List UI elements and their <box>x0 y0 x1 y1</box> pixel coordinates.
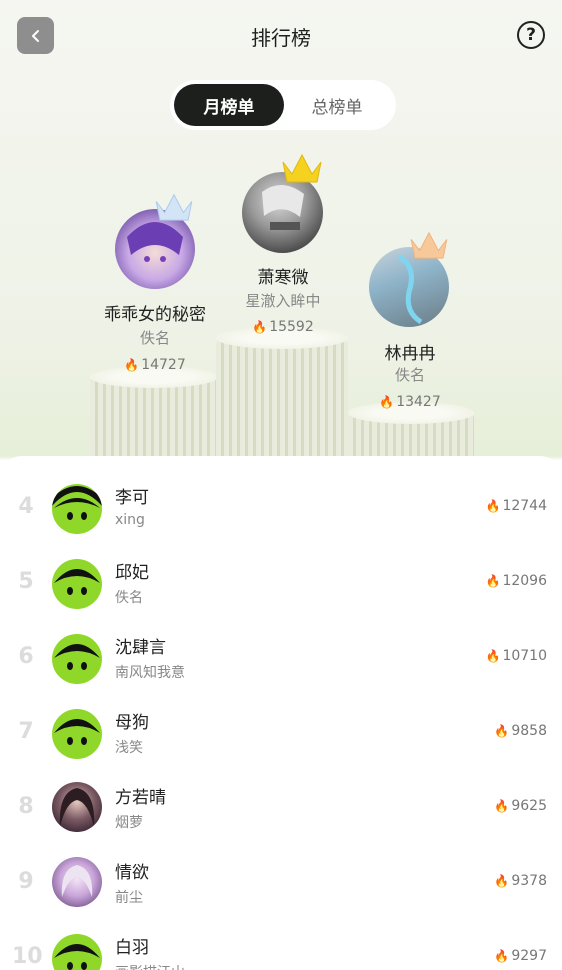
list-item-score-value: 9378 <box>511 873 547 889</box>
rank-3-score-value: 13427 <box>396 394 441 410</box>
question-circle-icon: ? <box>526 25 536 45</box>
crown-icon <box>282 153 322 183</box>
avatar[interactable] <box>52 484 102 534</box>
list-item-sub: 南风知我意 <box>115 665 185 681</box>
list-item-name: 方若晴 <box>115 788 166 808</box>
list-item[interactable]: 10 白羽 画影描江山 🔥9297 <box>0 918 562 970</box>
flame-icon: 🔥 <box>485 499 501 513</box>
avatar[interactable] <box>52 857 102 907</box>
rank-3-name: 林冉冉 <box>384 344 436 364</box>
list-item-name: 情欲 <box>115 863 149 883</box>
tab-monthly[interactable]: 月榜单 <box>174 84 284 126</box>
rank-1-sub: 星澈入眸中 <box>245 292 321 310</box>
list-item-score: 🔥 9625 <box>494 798 547 814</box>
flame-icon: 🔥 <box>379 395 395 409</box>
rank-2-name: 乖乖女的秘密 <box>104 305 206 325</box>
list-item-score: 🔥 12744 <box>486 498 548 514</box>
list-item-name: 白羽 <box>115 938 149 958</box>
header-bar: 排行榜 ? <box>0 0 562 72</box>
rank-2-score: 🔥 14727 <box>90 357 220 373</box>
flame-icon: 🔥 <box>494 949 510 963</box>
flame-icon: 🔥 <box>494 874 510 888</box>
rank-number: 9 <box>18 869 34 894</box>
rank-1-name: 萧寒微 <box>257 268 309 288</box>
ranking-list: 4 李可 xing 🔥 12744 5 邱妃 佚名 🔥 12096 6 沈肆言 南风… <box>0 456 562 970</box>
avatar[interactable] <box>52 934 102 970</box>
rank-2-score-value: 14727 <box>141 357 186 373</box>
list-item-sub: 浅笑 <box>115 740 143 756</box>
list-item-score: 🔥 9297 <box>494 948 547 964</box>
rank-number: 7 <box>18 719 34 744</box>
list-item-sub: 前尘 <box>115 890 143 906</box>
list-item-sub: 烟萝 <box>115 815 143 831</box>
list-item-score-value: 9858 <box>511 723 547 739</box>
list-item-name: 邱妃 <box>115 563 149 583</box>
list-item-name: 李可 <box>115 488 149 508</box>
avatar[interactable] <box>52 559 102 609</box>
list-item[interactable]: 4 李可 xing 🔥 12744 <box>0 468 562 543</box>
list-item[interactable]: 5 邱妃 佚名 🔥 12096 <box>0 543 562 618</box>
avatar[interactable] <box>52 782 102 832</box>
tab-switcher: 月榜单 总榜单 <box>170 80 396 130</box>
list-item-name: 沈肆言 <box>115 638 166 658</box>
rank-3-score: 🔥 13427 <box>350 394 470 410</box>
help-button[interactable]: ? <box>517 21 545 49</box>
flame-icon: 🔥 <box>485 574 501 588</box>
list-item[interactable]: 7 母狗 浅笑 🔥 9858 <box>0 693 562 768</box>
rank-number: 5 <box>18 569 34 594</box>
flame-icon: 🔥 <box>494 799 510 813</box>
crown-icon <box>410 231 448 259</box>
page-title: 排行榜 <box>251 26 311 50</box>
flame-icon: 🔥 <box>485 649 501 663</box>
list-item[interactable]: 6 沈肆言 南风知我意 🔥 10710 <box>0 618 562 693</box>
list-item-sub: xing <box>115 512 145 528</box>
flame-icon: 🔥 <box>494 724 510 738</box>
list-item[interactable]: 8 方若晴 烟萝 🔥 9625 <box>0 768 562 843</box>
list-item-score-value: 12744 <box>502 498 547 514</box>
rank-number: 8 <box>18 794 34 819</box>
list-item[interactable]: 9 情欲 前尘 🔥 9378 <box>0 843 562 918</box>
rank-number: 10 <box>12 944 43 969</box>
flame-icon: 🔥 <box>252 320 268 334</box>
list-item-score: 🔥 9858 <box>494 723 547 739</box>
rank-2-sub: 佚名 <box>139 329 170 347</box>
crown-icon <box>155 193 193 221</box>
rank-number: 6 <box>18 644 34 669</box>
list-item-sub: 佚名 <box>115 590 143 606</box>
rank-3-sub: 佚名 <box>394 366 425 384</box>
list-item-score-value: 9625 <box>511 798 547 814</box>
list-item-score: 🔥 9378 <box>494 873 547 889</box>
avatar[interactable] <box>52 634 102 684</box>
list-item-score-value: 12096 <box>502 573 547 589</box>
flame-icon: 🔥 <box>124 358 140 372</box>
avatar-rank-1[interactable] <box>242 172 323 253</box>
list-item-score-value: 10710 <box>502 648 547 664</box>
list-item-score: 🔥 10710 <box>486 648 548 664</box>
rank-1-score: 🔥 15592 <box>222 319 344 335</box>
list-item-score: 🔥 12096 <box>486 573 548 589</box>
list-item-score-value: 9297 <box>511 948 547 964</box>
podium-first <box>216 330 348 470</box>
rank-1-score-value: 15592 <box>269 319 314 335</box>
list-item-sub: 画影描江山 <box>115 962 185 970</box>
rank-number: 4 <box>18 494 34 519</box>
list-item-name: 母狗 <box>115 713 149 733</box>
avatar[interactable] <box>52 709 102 759</box>
tab-overall[interactable]: 总榜单 <box>282 84 392 126</box>
